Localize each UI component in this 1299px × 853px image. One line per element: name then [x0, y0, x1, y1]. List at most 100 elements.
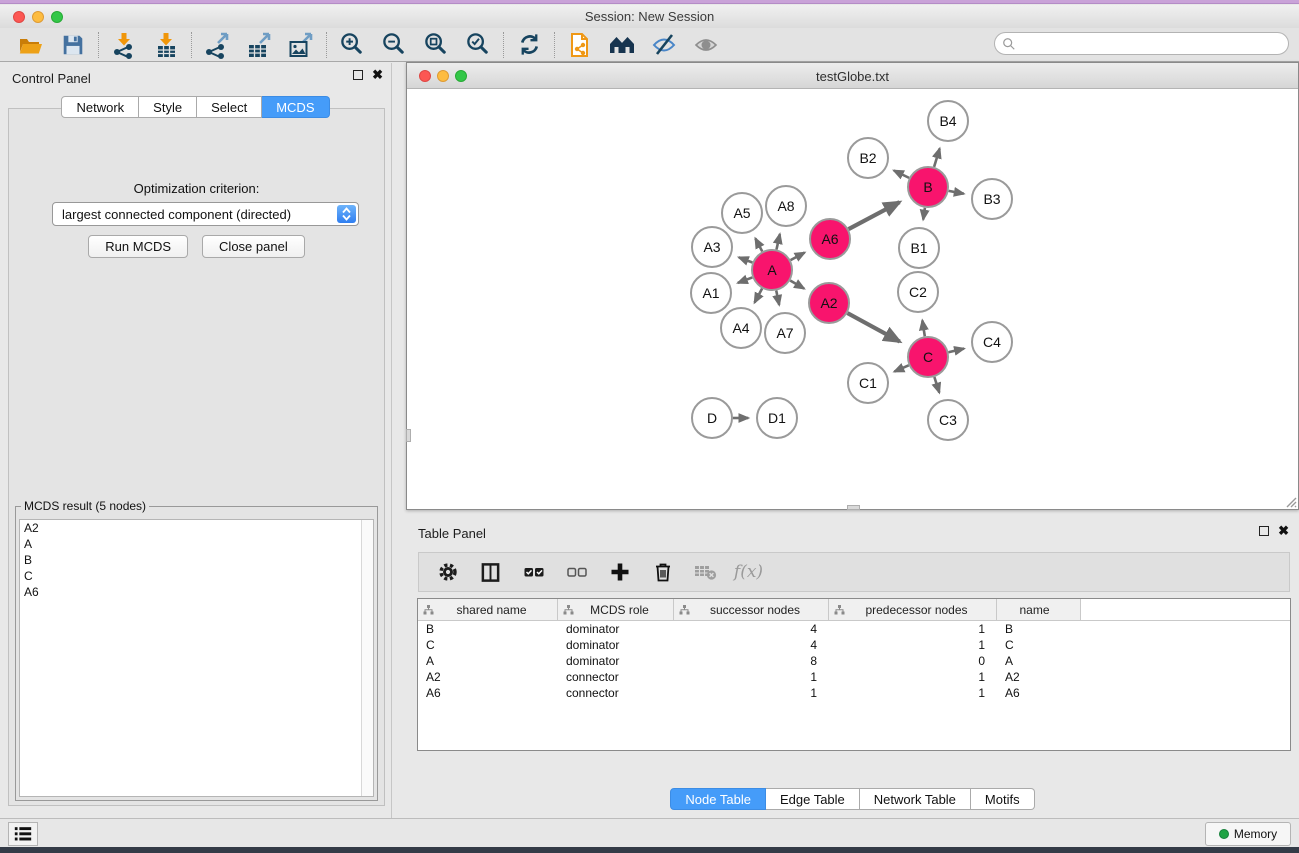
show-hide-button[interactable]	[685, 30, 727, 60]
mcds-result-item[interactable]: A	[20, 536, 373, 552]
cybrowser-button[interactable]	[601, 30, 643, 60]
close-panel-button[interactable]: Close panel	[202, 235, 305, 258]
svg-text:B4: B4	[939, 113, 956, 129]
export-table-button[interactable]	[238, 30, 280, 60]
hide-graphics-details-button[interactable]	[643, 30, 685, 60]
graph-node-A1[interactable]: A1	[691, 273, 731, 313]
column-header-shared-name[interactable]: shared name	[418, 599, 558, 620]
import-table-button[interactable]	[145, 30, 187, 60]
svg-text:C4: C4	[983, 334, 1001, 350]
svg-text:B1: B1	[910, 240, 927, 256]
show-columns-button[interactable]	[472, 557, 509, 587]
houses-icon	[608, 31, 636, 59]
column-header-name[interactable]: name	[997, 599, 1081, 620]
column-header-MCDS-role[interactable]: MCDS role	[558, 599, 674, 620]
table-close-panel-icon[interactable]: ✖	[1278, 526, 1289, 536]
bottom-grip-handle[interactable]	[847, 505, 860, 510]
select-stepper-icon	[337, 205, 356, 223]
criterion-select[interactable]: largest connected component (directed)	[52, 202, 359, 226]
table-row[interactable]: Bdominator41B	[418, 621, 1290, 637]
add-column-button[interactable]	[601, 557, 638, 587]
export-table-icon	[245, 31, 273, 59]
zoom-selected-button[interactable]	[457, 30, 499, 60]
delete-table-icon	[694, 562, 718, 582]
memory-button[interactable]: Memory	[1205, 822, 1291, 846]
table-row[interactable]: Adominator80A	[418, 653, 1290, 669]
apply-layout-button[interactable]	[508, 30, 550, 60]
zoom-out-button[interactable]	[373, 30, 415, 60]
graph-node-A[interactable]: A	[752, 250, 792, 290]
tab-motifs[interactable]: Motifs	[971, 788, 1035, 810]
export-image-button[interactable]	[280, 30, 322, 60]
table-cell: 1	[829, 621, 997, 637]
graph-edge-B-B4	[934, 148, 940, 166]
svg-text:A2: A2	[820, 295, 837, 311]
mcds-result-item[interactable]: C	[20, 568, 373, 584]
list-scrollbar[interactable]	[361, 520, 373, 796]
run-mcds-button[interactable]: Run MCDS	[88, 235, 188, 258]
table-row[interactable]: Cdominator41C	[418, 637, 1290, 653]
open-session-button[interactable]	[10, 30, 52, 60]
tab-mcds[interactable]: MCDS	[262, 96, 329, 118]
graph-node-C4[interactable]: C4	[972, 322, 1012, 362]
graph-node-C2[interactable]: C2	[898, 272, 938, 312]
column-header-successor-nodes[interactable]: successor nodes	[674, 599, 829, 620]
import-network-button[interactable]	[103, 30, 145, 60]
graph-node-B2[interactable]: B2	[848, 138, 888, 178]
network-graph-canvas[interactable]: B4 B2 B B3 A8 A5 A6 A3 B1 A A1 C2 A2 A4A7 C4 C C1 D D1 C3	[407, 89, 1298, 509]
table-settings-button[interactable]	[429, 557, 466, 587]
graph-node-A7[interactable]: A7	[765, 313, 805, 353]
graph-node-C1[interactable]: C1	[848, 363, 888, 403]
zoom-fit-button[interactable]	[415, 30, 457, 60]
left-grip-handle[interactable]	[406, 429, 411, 442]
mcds-result-item[interactable]: B	[20, 552, 373, 568]
network-window-titlebar[interactable]: testGlobe.txt	[407, 63, 1298, 89]
resize-corner-handle[interactable]	[1283, 494, 1297, 508]
graph-node-D1[interactable]: D1	[757, 398, 797, 438]
task-history-button[interactable]	[8, 822, 38, 846]
tab-network[interactable]: Network	[61, 96, 139, 118]
table-row[interactable]: A2connector11A2	[418, 669, 1290, 685]
desktop-strip	[0, 0, 1299, 4]
graph-node-A8[interactable]: A8	[766, 186, 806, 226]
mcds-result-item[interactable]: A2	[20, 520, 373, 536]
table-float-panel-icon[interactable]	[1259, 526, 1269, 536]
graph-node-A6[interactable]: A6	[810, 219, 850, 259]
mcds-result-list[interactable]: A2ABCA6	[19, 519, 374, 797]
search-input[interactable]	[1016, 35, 1288, 53]
tab-select[interactable]: Select	[197, 96, 262, 118]
save-session-button[interactable]	[52, 30, 94, 60]
svg-text:A1: A1	[702, 285, 719, 301]
svg-text:A8: A8	[777, 198, 794, 214]
graph-node-A2[interactable]: A2	[809, 283, 849, 323]
function-builder-button-disabled: f(x)	[730, 557, 767, 587]
tab-node-table[interactable]: Node Table	[670, 788, 766, 810]
zoom-in-button[interactable]	[331, 30, 373, 60]
graph-node-B[interactable]: B	[908, 167, 948, 207]
tab-edge-table[interactable]: Edge Table	[766, 788, 860, 810]
graph-node-C[interactable]: C	[908, 337, 948, 377]
float-panel-icon[interactable]	[353, 70, 363, 80]
export-network-button[interactable]	[196, 30, 238, 60]
new-network-from-file-button[interactable]	[559, 30, 601, 60]
close-panel-icon[interactable]: ✖	[372, 70, 383, 80]
graph-edge-A-A6	[791, 253, 805, 261]
graph-node-A5[interactable]: A5	[722, 193, 762, 233]
deselect-all-button[interactable]	[558, 557, 595, 587]
graph-node-A4[interactable]: A4	[721, 308, 761, 348]
tab-network-table[interactable]: Network Table	[860, 788, 971, 810]
select-all-button[interactable]	[515, 557, 552, 587]
column-header-predecessor-nodes[interactable]: predecessor nodes	[829, 599, 997, 620]
graph-node-B3[interactable]: B3	[972, 179, 1012, 219]
tab-style[interactable]: Style	[139, 96, 197, 118]
graph-edge-A-A7	[776, 291, 779, 305]
graph-node-B4[interactable]: B4	[928, 101, 968, 141]
graph-node-A3[interactable]: A3	[692, 227, 732, 267]
mcds-result-item[interactable]: A6	[20, 584, 373, 600]
delete-columns-button[interactable]	[644, 557, 681, 587]
table-row[interactable]: A6connector11A6	[418, 685, 1290, 701]
search-box[interactable]	[994, 32, 1289, 55]
graph-node-B1[interactable]: B1	[899, 228, 939, 268]
graph-node-D[interactable]: D	[692, 398, 732, 438]
graph-node-C3[interactable]: C3	[928, 400, 968, 440]
